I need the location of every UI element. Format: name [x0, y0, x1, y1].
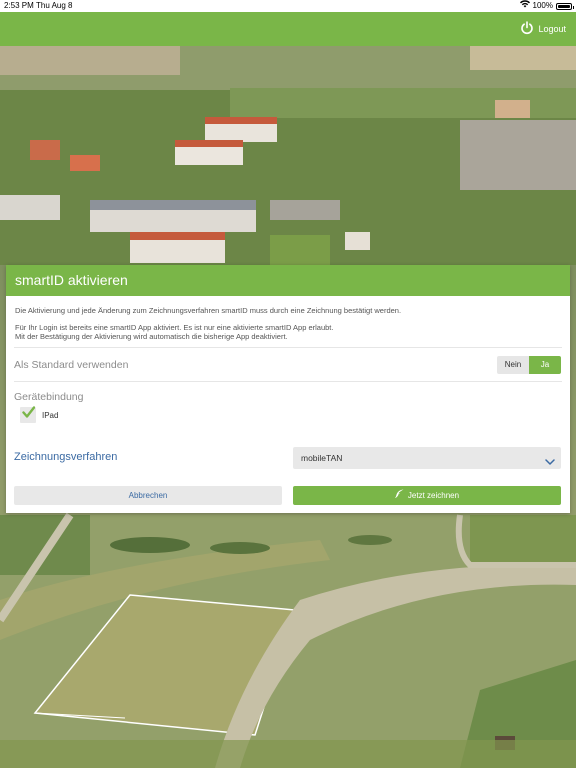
- sign-now-button[interactable]: Jetzt zeichnen: [293, 486, 561, 505]
- chevron-down-icon: [545, 453, 555, 471]
- use-as-default-label: Als Standard verwenden: [14, 359, 129, 371]
- use-as-default-toggle: Nein Ja: [497, 356, 561, 374]
- device-name: IPad: [42, 410, 59, 420]
- sign-now-label: Jetzt zeichnen: [407, 491, 460, 500]
- device-checkbox[interactable]: [20, 406, 36, 424]
- wifi-icon: [519, 0, 530, 12]
- power-icon: [520, 21, 534, 37]
- feather-icon: [395, 486, 404, 505]
- app-header: Logout: [0, 12, 576, 46]
- cancel-button[interactable]: Abbrechen: [14, 486, 282, 505]
- logout-label: Logout: [538, 24, 566, 34]
- status-bar: 2:53 PM Thu Aug 8 100%: [0, 0, 576, 12]
- battery-level: [558, 4, 570, 8]
- signing-method-value: mobileTAN: [301, 453, 343, 463]
- status-indicators: 100%: [519, 0, 574, 12]
- signing-method-label: Zeichnungsverfahren: [14, 451, 118, 463]
- status-time: 2:53 PM: [4, 1, 34, 10]
- signing-method-select[interactable]: mobileTAN: [293, 447, 561, 469]
- activate-smartid-dialog: smartID aktivieren Die Aktivierung und j…: [6, 265, 570, 513]
- toggle-option-no[interactable]: Nein: [497, 356, 529, 374]
- device-binding-label: Gerätebindung: [14, 391, 84, 403]
- logout-button[interactable]: Logout: [520, 19, 566, 39]
- info-text-existing-app: Für Ihr Login ist bereits eine smartID A…: [15, 323, 334, 332]
- toggle-option-yes[interactable]: Ja: [529, 356, 561, 374]
- divider: [14, 381, 562, 382]
- battery-percent: 100%: [532, 1, 553, 10]
- checkmark-icon: [21, 406, 35, 424]
- divider: [14, 347, 562, 348]
- battery-icon: [556, 2, 574, 10]
- status-date: Thu Aug 8: [36, 1, 73, 10]
- info-text-deactivation: Mit der Bestätigung der Aktivierung wird…: [15, 332, 288, 341]
- dialog-title: smartID aktivieren: [6, 265, 570, 296]
- info-text-confirmation: Die Aktivierung und jede Änderung zum Ze…: [15, 306, 402, 315]
- device-binding-option: IPad: [20, 406, 59, 424]
